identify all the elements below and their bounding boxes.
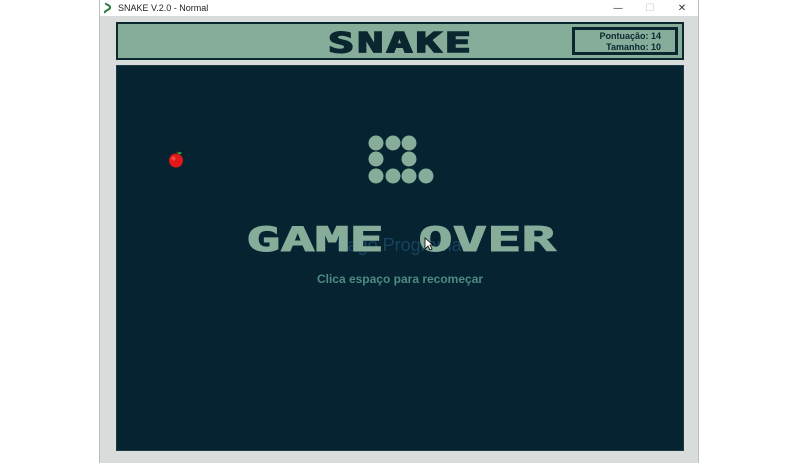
snake-app-icon bbox=[103, 2, 112, 14]
snake-segment bbox=[401, 168, 417, 184]
snake bbox=[368, 135, 434, 184]
title-bar[interactable]: SNAKE V.2.0 - Normal — ☐ ✕ bbox=[100, 0, 698, 16]
window-title: SNAKE V.2.0 - Normal bbox=[118, 3, 209, 13]
snake-segment bbox=[385, 135, 401, 151]
snake-segment bbox=[418, 168, 434, 184]
mouse-cursor-icon bbox=[424, 237, 434, 251]
snake-segment bbox=[368, 151, 384, 167]
snake-segment bbox=[401, 135, 417, 151]
score-label: Pontuação: 14 bbox=[599, 31, 661, 41]
game-board[interactable]: Tiago Programas GAME OVER Clica espaço p… bbox=[116, 65, 684, 451]
window-controls: — ☐ ✕ bbox=[602, 0, 698, 16]
apple-icon bbox=[169, 150, 183, 168]
close-button[interactable]: ✕ bbox=[666, 0, 698, 16]
minimize-button[interactable]: — bbox=[602, 0, 634, 16]
game-over-text: GAME OVER bbox=[246, 224, 557, 254]
size-label: Tamanho: 10 bbox=[606, 42, 661, 52]
game-window: SNAKE V.2.0 - Normal — ☐ ✕ SNAKE Pontuaç… bbox=[100, 0, 698, 463]
snake-logo: SNAKE bbox=[327, 30, 474, 56]
score-panel: Pontuação: 14 Tamanho: 10 bbox=[572, 27, 678, 55]
snake-segment bbox=[401, 151, 417, 167]
game-over-banner: GAME OVER bbox=[246, 224, 558, 254]
maximize-button: ☐ bbox=[645, 2, 655, 14]
game-header: SNAKE Pontuação: 14 Tamanho: 10 bbox=[116, 22, 684, 60]
snake-segment bbox=[385, 168, 401, 184]
restart-hint: Clica espaço para recomeçar bbox=[316, 272, 484, 286]
snake-logo-text: SNAKE bbox=[328, 30, 474, 56]
snake-segment bbox=[368, 168, 384, 184]
snake-segment bbox=[368, 135, 384, 151]
